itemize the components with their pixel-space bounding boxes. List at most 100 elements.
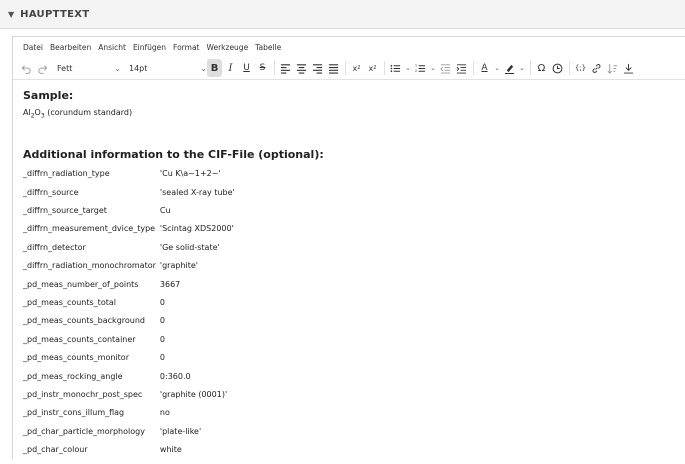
table-row: _pd_meas_counts_background 0 [23, 312, 235, 330]
menu-werkzeuge[interactable]: Werkzeuge [206, 43, 248, 52]
cif-value: 'Cu K\a~1+2~' [159, 169, 221, 179]
menu-ansicht[interactable]: Ansicht [98, 43, 126, 52]
superscript-icon[interactable]: x2 [349, 59, 364, 77]
highlight-color-icon[interactable] [502, 59, 517, 77]
cif-value: white [159, 445, 182, 455]
table-row: _diffrn_detector 'Ge solid-state' [23, 238, 235, 256]
link-icon[interactable] [589, 59, 604, 77]
cif-value: 0:360.0 [159, 371, 191, 381]
cif-key: _pd_meas_counts_container [23, 334, 136, 344]
special-character-icon[interactable]: Ω [534, 59, 549, 77]
font-size-select[interactable]: 14pt ⌄ [129, 59, 207, 77]
cif-value: Cu [159, 206, 171, 216]
download-icon[interactable] [621, 59, 636, 77]
cif-value: 'plate-like' [159, 426, 202, 436]
bold-icon[interactable]: B [207, 59, 222, 77]
section-header[interactable]: ▼ HAUPTTEXT [0, 0, 685, 29]
cif-key: _pd_meas_number_of_points [23, 279, 139, 289]
cif-key: _pd_meas_rocking_angle [23, 371, 123, 381]
section-title: HAUPTTEXT [20, 8, 90, 20]
menu-bearbeiten[interactable]: Bearbeiten [50, 43, 91, 52]
toolbar-separator [345, 61, 346, 75]
table-row: _diffrn_source_target Cu [23, 201, 235, 219]
toolbar-separator [530, 61, 531, 75]
undo-icon[interactable] [19, 59, 34, 77]
svg-text:2: 2 [415, 69, 417, 73]
chevron-down-icon[interactable]: ⌄ [518, 59, 526, 77]
block-format-select[interactable]: Fett ⌄ [57, 59, 121, 77]
table-row: _pd_meas_counts_container 0 [23, 330, 235, 348]
table-row: _pd_meas_counts_monitor 0 [23, 349, 235, 367]
indent-icon[interactable] [454, 59, 469, 77]
toolbar-separator [274, 61, 275, 75]
table-row: _diffrn_radiation_monochromator'graphite… [23, 257, 235, 275]
numbered-list-icon[interactable]: 12 [413, 59, 428, 77]
cif-key: _pd_char_particle_morphology [23, 426, 145, 436]
table-row: _pd_char_particle_morphology 'plate-like' [23, 422, 235, 440]
align-center-icon[interactable] [294, 59, 309, 77]
chevron-down-icon[interactable]: ⌄ [493, 59, 501, 77]
cif-key: _pd_meas_counts_total [23, 298, 116, 308]
menu-format[interactable]: Format [173, 43, 199, 52]
cif-value: 'Scintag XDS2000' [159, 224, 234, 234]
redo-icon[interactable] [35, 59, 50, 77]
subscript-icon[interactable]: x2 [365, 59, 380, 77]
cif-key: _diffrn_source [23, 187, 79, 197]
cif-value: 0 [159, 316, 165, 326]
clock-icon[interactable] [550, 59, 565, 77]
svg-text:1: 1 [415, 63, 417, 67]
table-row: _pd_instr_monochr_post_spec 'graphite (00… [23, 385, 235, 403]
cif-value: 0 [159, 353, 165, 363]
chevron-down-icon: ⌄ [114, 63, 121, 73]
toolbar-separator [569, 61, 570, 75]
align-justify-icon[interactable] [326, 59, 341, 77]
menu-tabelle[interactable]: Tabelle [255, 43, 281, 52]
cif-value: no [159, 408, 170, 418]
cif-key: _diffrn_measurement_dvice_type [23, 224, 156, 234]
toolbar-separator [473, 61, 474, 75]
align-left-icon[interactable] [278, 59, 293, 77]
font-size-value: 14pt [129, 63, 148, 73]
cif-value: 3667 [159, 279, 181, 289]
cif-key: _pd_instr_cons_illum_flag [23, 408, 125, 418]
editor-toolbar: Fett ⌄ 14pt ⌄ B I U S x2 x2 ⌄ 1 2 ⌄ A ⌄ … [13, 57, 685, 80]
editor-menubar: Datei Bearbeiten Ansicht Einfügen Format… [13, 37, 685, 57]
sample-description: Al2O3 (corundum standard) [23, 108, 675, 120]
chevron-down-icon[interactable]: ⌄ [429, 59, 437, 77]
cif-value: 'Ge solid-state' [159, 242, 220, 252]
cif-key: _pd_instr_monochr_post_spec [23, 389, 143, 399]
formula-element-al: Al [23, 108, 31, 117]
block-format-value: Fett [57, 63, 73, 73]
cif-value: 0 [159, 334, 165, 344]
code-sample-icon[interactable]: {;} [573, 59, 588, 77]
rich-text-editor[interactable]: Datei Bearbeiten Ansicht Einfügen Format… [12, 36, 685, 459]
text-color-icon[interactable]: A [477, 59, 492, 77]
cif-table: _diffrn_radiation_type 'Cu K\a~1+2~' _diff… [23, 165, 235, 459]
cif-key: _pd_meas_counts_monitor [23, 353, 129, 363]
bullet-list-icon[interactable] [388, 59, 403, 77]
cif-value: 'graphite (0001)' [159, 389, 228, 399]
collapse-caret-icon[interactable]: ▼ [8, 10, 14, 19]
editor-content[interactable]: Sample: Al2O3 (corundum standard) Additi… [13, 80, 685, 464]
table-row: _pd_instr_cons_illum_flag no [23, 404, 235, 422]
additional-info-heading: Additional information to the CIF-File (… [23, 147, 324, 161]
italic-icon[interactable]: I [223, 59, 238, 77]
menu-datei[interactable]: Datei [23, 43, 43, 52]
align-right-icon[interactable] [310, 59, 325, 77]
table-row: _diffrn_source 'sealed X-ray tube' [23, 183, 235, 201]
menu-einfuegen[interactable]: Einfügen [133, 43, 166, 52]
cif-key: _pd_meas_counts_background [23, 316, 145, 326]
sample-text: (corundum standard) [44, 108, 133, 117]
cif-key: _diffrn_detector [23, 242, 86, 252]
table-row: _pd_meas_rocking_angle 0:360.0 [23, 367, 235, 385]
cif-value: 0 [159, 298, 165, 308]
sample-heading: Sample: [23, 89, 74, 102]
toolbar-separator [384, 61, 385, 75]
outdent-icon[interactable] [438, 59, 453, 77]
underline-icon[interactable]: U [239, 59, 254, 77]
table-row: _pd_meas_number_of_points 3667 [23, 275, 235, 293]
strikethrough-icon[interactable]: S [255, 59, 270, 77]
chevron-down-icon[interactable]: ⌄ [404, 59, 412, 77]
sort-icon[interactable] [605, 59, 620, 77]
table-row: _diffrn_radiation_type 'Cu K\a~1+2~' [23, 165, 235, 183]
